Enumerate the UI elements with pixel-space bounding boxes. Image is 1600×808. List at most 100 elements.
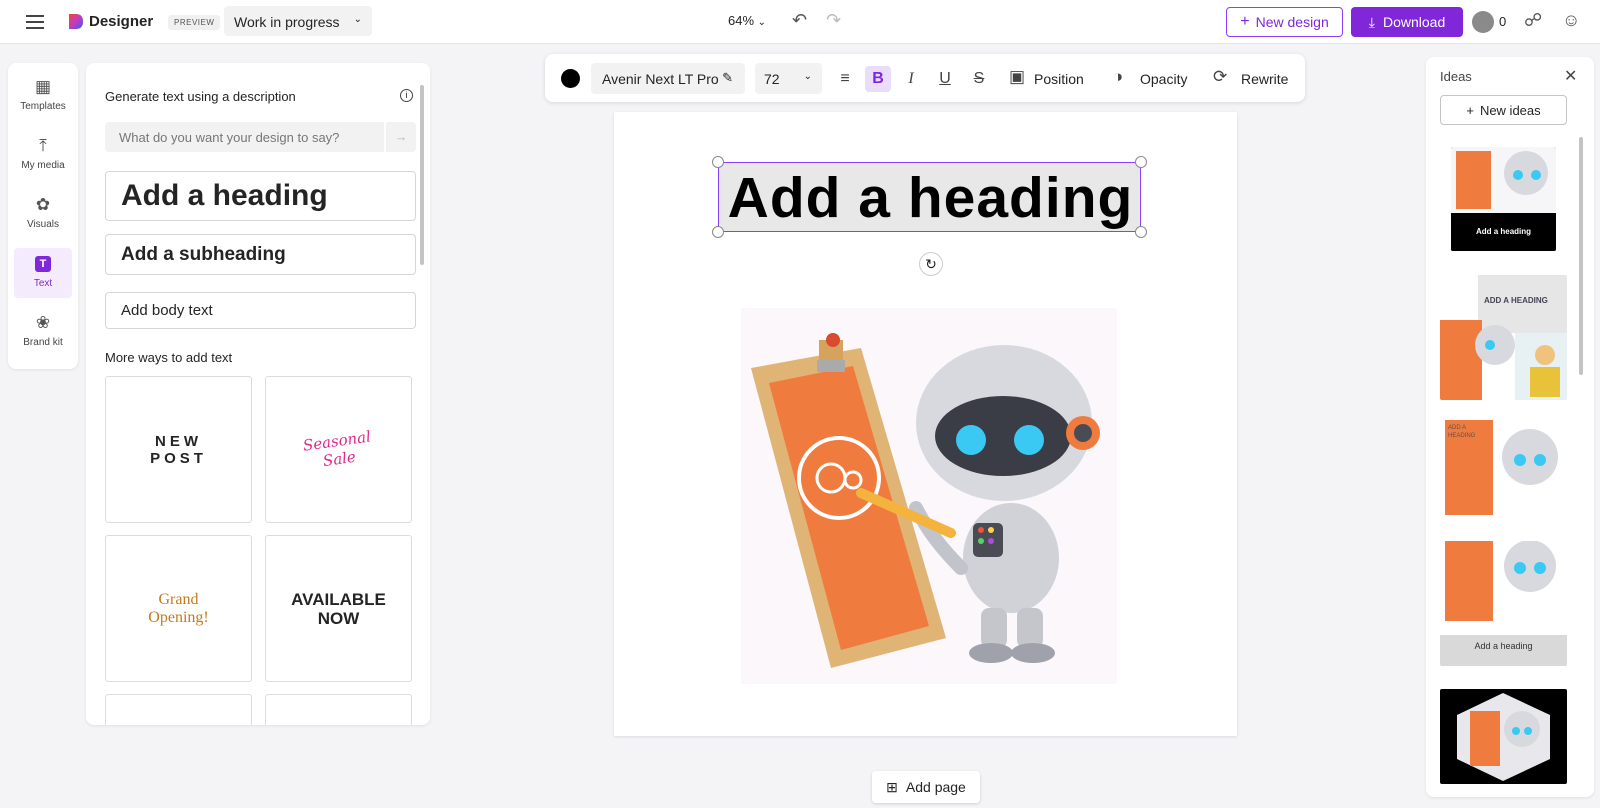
rail-label: Templates: [20, 101, 66, 112]
bold-icon[interactable]: B: [865, 66, 891, 92]
redo-icon[interactable]: ↷: [826, 10, 841, 31]
card-text: AVAILABLE: [291, 589, 386, 609]
card-text: NOW: [317, 608, 360, 628]
ideas-title: Ideas: [1440, 69, 1472, 84]
idea-thumbnail[interactable]: [1440, 689, 1567, 784]
align-left-icon[interactable]: ≡: [832, 66, 858, 92]
idea-thumbnail[interactable]: Add a heading: [1440, 541, 1567, 666]
account-icon[interactable]: ☺: [1562, 10, 1580, 31]
idea-thumbnail[interactable]: ADD A HEADING: [1440, 275, 1567, 400]
description-placeholder: What do you want your design to say?: [119, 130, 340, 145]
templates-icon: ▦: [34, 77, 52, 96]
designer-logo-icon: [69, 14, 83, 29]
add-subheading-option[interactable]: Add a subheading: [105, 234, 416, 275]
add-body-option[interactable]: Add body text: [105, 292, 416, 329]
strikethrough-icon[interactable]: S: [966, 66, 992, 92]
card-text: Grand: [158, 590, 199, 608]
undo-icon[interactable]: ↶: [792, 10, 807, 31]
text-icon: T: [35, 256, 51, 272]
font-size-value: 72: [764, 71, 780, 87]
rail-item-my-media[interactable]: ⤒ My media: [14, 130, 72, 180]
resize-handle[interactable]: [1135, 226, 1147, 238]
rail-item-visuals[interactable]: ✿ Visuals: [14, 189, 72, 239]
chevron-down-icon: ⌄: [803, 71, 812, 82]
text-style-card[interactable]: [265, 694, 412, 725]
shapes-icon: ✿: [35, 195, 51, 214]
rail-item-templates[interactable]: ▦ Templates: [14, 71, 72, 121]
download-icon: ⤓: [1368, 13, 1375, 30]
rail-item-brand-kit[interactable]: ❀ Brand kit: [14, 307, 72, 357]
text-style-card-seasonal-sale[interactable]: Seasonal Sale: [265, 376, 412, 523]
rail-label: My media: [21, 160, 65, 171]
plus-icon: +: [1466, 102, 1474, 118]
brand-name: Designer: [89, 13, 154, 30]
ideas-scrollbar[interactable]: [1579, 137, 1583, 375]
text-style-card-new-post[interactable]: NEW POST: [105, 376, 252, 523]
underline-icon[interactable]: U: [932, 66, 958, 92]
close-icon[interactable]: ✕: [1564, 66, 1577, 86]
new-ideas-button[interactable]: + New ideas: [1440, 95, 1567, 125]
arrow-right-icon[interactable]: →: [384, 122, 416, 152]
top-bar: Designer PREVIEW Work in progress ⌄ 64% …: [0, 0, 1600, 44]
idea-thumbnail[interactable]: ADD A HEADING: [1440, 412, 1567, 527]
left-rail: ▦ Templates ⤒ My media ✿ Visuals T Text …: [8, 63, 78, 369]
chevron-down-icon: ⌄: [353, 14, 362, 25]
canvas-heading[interactable]: Add a heading: [719, 165, 1142, 231]
zoom-value: 64%: [728, 13, 755, 28]
pencil-icon[interactable]: ✎: [722, 70, 733, 86]
rewrite-icon: ⟳: [1213, 67, 1228, 86]
add-square-icon: ⊞: [886, 778, 898, 795]
robot-illustration[interactable]: [741, 308, 1117, 684]
card-text: NEW: [155, 432, 202, 450]
credits-icon[interactable]: [1472, 11, 1494, 33]
download-button[interactable]: ⤓ Download: [1351, 7, 1463, 37]
rewrite-button[interactable]: Rewrite: [1241, 71, 1288, 87]
font-name: Avenir Next LT Pro: [602, 71, 719, 87]
font-size-picker[interactable]: 72 ⌄: [755, 63, 822, 94]
thumb-text: ADD A HEADING: [1484, 296, 1548, 305]
more-ways-title: More ways to add text: [105, 350, 233, 365]
text-color-swatch[interactable]: [561, 69, 580, 88]
add-heading-label: Add a heading: [121, 179, 328, 212]
share-icon[interactable]: ☍: [1524, 10, 1542, 31]
plus-icon: +: [1240, 13, 1250, 30]
ideas-panel: Ideas ✕ + New ideas Add a heading ADD A …: [1426, 57, 1594, 797]
description-input[interactable]: What do you want your design to say? →: [105, 122, 416, 152]
rotate-handle-icon[interactable]: ↻: [919, 252, 943, 276]
opacity-button[interactable]: Opacity: [1140, 71, 1187, 87]
resize-handle[interactable]: [712, 156, 724, 168]
heading-text-box[interactable]: Add a heading: [718, 162, 1141, 232]
credits-count: 0: [1499, 14, 1507, 29]
design-canvas[interactable]: Add a heading ↻: [614, 112, 1237, 736]
doc-status-label: Work in progress: [234, 14, 340, 30]
idea-thumbnail[interactable]: Add a heading: [1451, 147, 1556, 251]
position-button[interactable]: Position: [1034, 71, 1084, 87]
zoom-dropdown[interactable]: 64% ⌄: [728, 13, 766, 28]
hamburger-menu-icon[interactable]: [24, 12, 46, 32]
add-page-label: Add page: [905, 779, 966, 795]
preview-badge: PREVIEW: [168, 15, 221, 30]
add-page-button[interactable]: ⊞ Add page: [872, 771, 980, 803]
doc-status-dropdown[interactable]: Work in progress ⌄: [224, 6, 372, 36]
thumb-text: Add a heading: [1474, 641, 1533, 651]
text-style-card-available-now[interactable]: AVAILABLE NOW: [265, 535, 412, 682]
text-style-card-grand-opening[interactable]: Grand Opening!: [105, 535, 252, 682]
card-text: POST: [150, 449, 207, 467]
resize-handle[interactable]: [1135, 156, 1147, 168]
add-subheading-label: Add a subheading: [121, 243, 286, 265]
info-icon[interactable]: i: [400, 89, 413, 102]
palette-icon: ❀: [35, 313, 51, 332]
italic-icon[interactable]: I: [898, 66, 924, 92]
download-label: Download: [1382, 14, 1446, 30]
upload-icon: ⤒: [39, 136, 47, 155]
resize-handle[interactable]: [712, 226, 724, 238]
font-family-picker[interactable]: Avenir Next LT Pro ✎: [591, 63, 745, 94]
rail-item-text[interactable]: T Text: [14, 248, 72, 298]
panel-scrollbar[interactable]: [420, 85, 424, 265]
text-style-card[interactable]: [105, 694, 252, 725]
new-design-button[interactable]: + New design: [1226, 7, 1343, 37]
opacity-icon: ◑: [1113, 67, 1124, 86]
add-body-label: Add body text: [121, 302, 213, 319]
add-heading-option[interactable]: Add a heading: [105, 171, 416, 221]
new-design-label: New design: [1255, 14, 1329, 30]
